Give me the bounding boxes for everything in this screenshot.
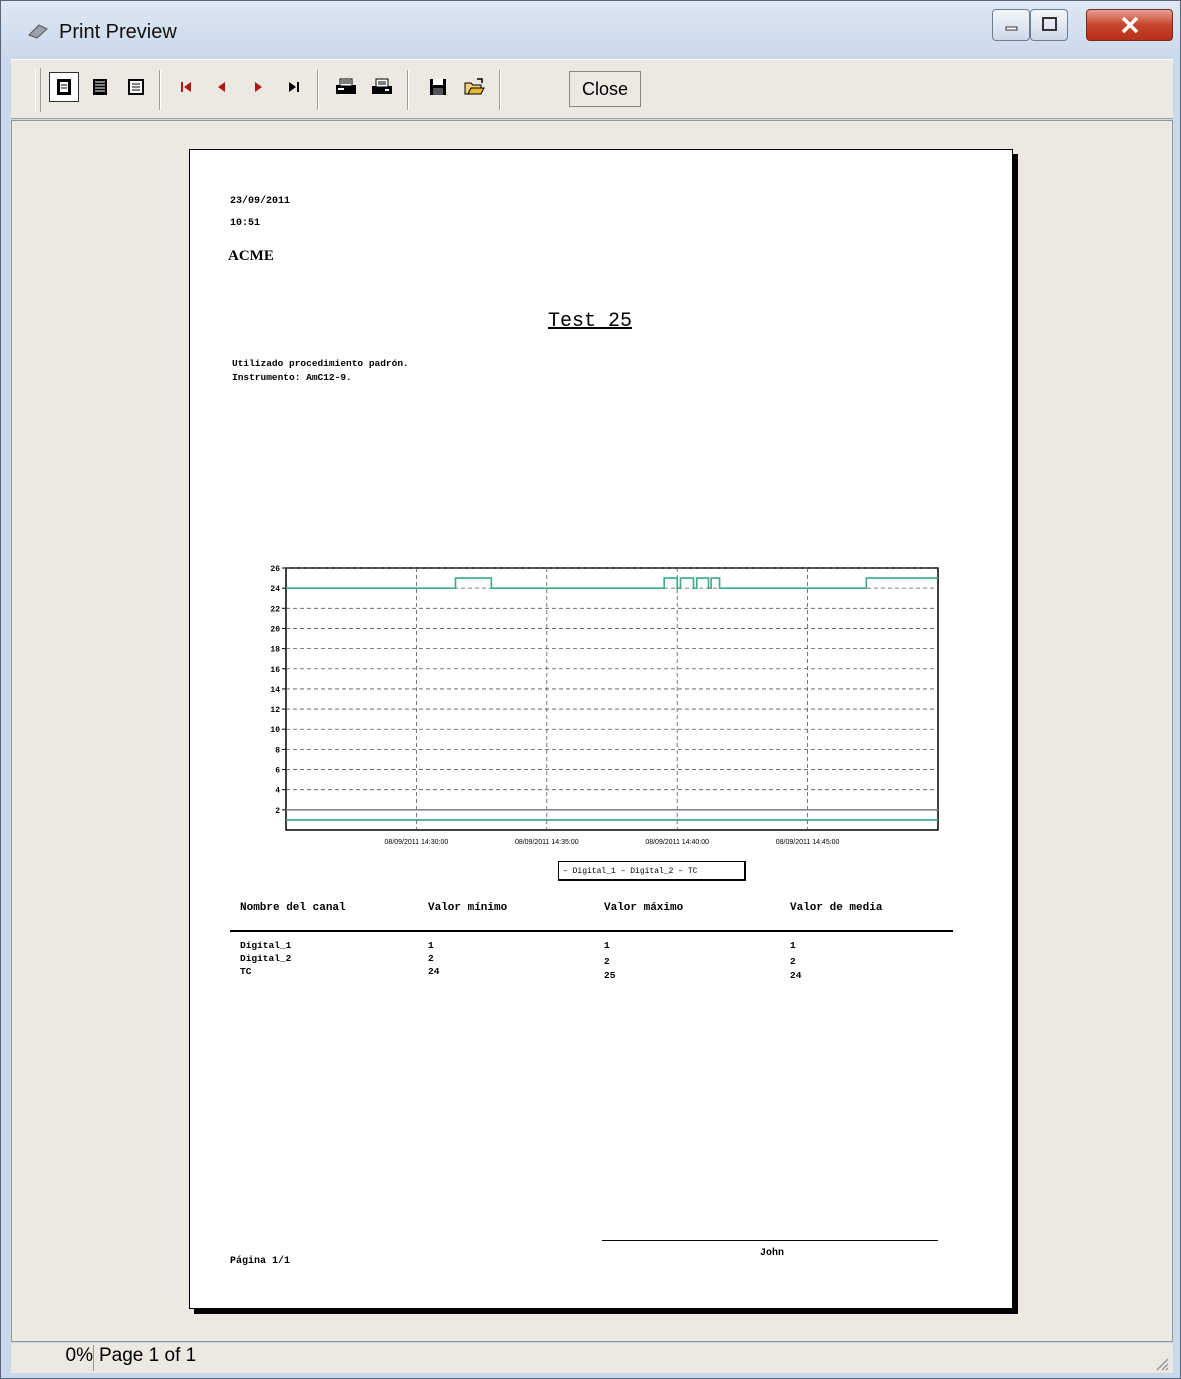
close-icon <box>1121 16 1139 34</box>
y-tick-label: 14 <box>270 686 280 695</box>
y-tick-label: 6 <box>275 767 280 776</box>
toolbar-separator <box>159 70 161 110</box>
printer-setup-icon <box>336 78 356 94</box>
last-page-button[interactable] <box>279 72 309 102</box>
trend-chart: 246810121416182022242608/09/2011 14:30:0… <box>270 565 939 846</box>
minimize-icon <box>1005 26 1018 31</box>
open-button[interactable] <box>459 72 489 102</box>
table-cell: 24 <box>790 970 802 981</box>
x-tick-label: 08/09/2011 14:45:00 <box>776 839 840 846</box>
minimize-button[interactable] <box>992 9 1030 41</box>
signature-line <box>602 1240 938 1241</box>
table-cell: 24 <box>428 966 440 977</box>
first-page-icon <box>181 82 191 92</box>
table-rule <box>230 930 953 932</box>
table-cell: 2 <box>428 953 434 964</box>
table-cell: Digital_1 <box>240 940 292 951</box>
table-cell: 1 <box>604 940 610 951</box>
chart-legend: – Digital_1 – Digital_2 – TC <box>558 861 746 881</box>
x-tick-label: 08/09/2011 14:40:00 <box>645 839 709 846</box>
y-tick-label: 26 <box>270 565 280 574</box>
single-page-icon <box>57 79 71 95</box>
print-preview-window: Print Preview Close 23/09/2011 10:51 ACM… <box>0 0 1181 1379</box>
first-page-button[interactable] <box>171 72 201 102</box>
y-tick-label: 22 <box>270 605 280 614</box>
maximize-icon <box>1042 17 1057 31</box>
table-cell: 1 <box>428 940 434 951</box>
close-preview-button[interactable]: Close <box>569 71 641 107</box>
x-tick-label: 08/09/2011 14:30:00 <box>385 839 449 846</box>
table-cell: Digital_2 <box>240 953 292 964</box>
y-tick-label: 20 <box>270 625 280 634</box>
y-tick-label: 8 <box>275 746 280 755</box>
last-page-icon <box>289 82 299 92</box>
plot-frame <box>285 567 939 831</box>
maximize-button[interactable] <box>1030 9 1068 41</box>
fit-page-icon <box>128 79 144 95</box>
printer-icon <box>372 78 392 94</box>
preview-toolbar: Close <box>11 59 1173 119</box>
y-tick-label: 16 <box>270 666 280 675</box>
save-button[interactable] <box>423 72 453 102</box>
y-tick-label: 24 <box>270 585 280 594</box>
table-cell: TC <box>240 966 252 977</box>
page-width-icon <box>93 79 107 95</box>
toolbar-separator <box>407 70 409 110</box>
next-page-button[interactable] <box>243 72 273 102</box>
title-bar: Print Preview <box>1 1 1180 57</box>
col-header-min: Valor mínimo <box>428 902 508 914</box>
printer-app-icon <box>28 24 48 39</box>
toolbar-separator <box>317 70 319 110</box>
table-cell: 25 <box>604 970 616 981</box>
open-folder-icon <box>464 78 485 95</box>
floppy-save-icon <box>430 79 446 95</box>
zoom-status: 0% <box>11 1345 94 1371</box>
y-tick-label: 4 <box>275 787 280 796</box>
report-page: 23/09/2011 10:51 ACME Test 25 Utilizado … <box>189 149 1013 1309</box>
single-page-button[interactable] <box>49 72 79 102</box>
toolbar-separator <box>499 70 501 110</box>
y-tick-label: 2 <box>275 807 280 816</box>
fit-page-button[interactable] <box>121 72 151 102</box>
y-tick-label: 12 <box>270 706 280 715</box>
signature-name: John <box>760 1248 785 1259</box>
preview-area[interactable]: 23/09/2011 10:51 ACME Test 25 Utilizado … <box>11 120 1173 1342</box>
page-width-button[interactable] <box>85 72 115 102</box>
table-cell: 1 <box>790 940 796 951</box>
col-header-mean: Valor de media <box>790 902 883 914</box>
table-cell: 2 <box>604 956 610 967</box>
resize-grip-icon[interactable] <box>1153 1355 1169 1371</box>
print-button[interactable] <box>367 72 397 102</box>
previous-page-button[interactable] <box>207 72 237 102</box>
next-page-icon <box>255 82 262 92</box>
y-tick-label: 18 <box>270 646 280 655</box>
window-close-button[interactable] <box>1086 9 1173 41</box>
printer-setup-button[interactable] <box>331 72 361 102</box>
x-tick-label: 08/09/2011 14:35:00 <box>515 839 579 846</box>
toolbar-grip[interactable] <box>35 68 41 112</box>
col-header-max: Valor máximo <box>604 902 684 914</box>
y-tick-label: 10 <box>270 726 280 735</box>
window-title: Print Preview <box>59 21 177 43</box>
status-bar: 0% Page 1 of 1 <box>11 1343 1173 1373</box>
page-number: Página 1/1 <box>230 1256 291 1267</box>
previous-page-icon <box>218 82 225 92</box>
table-cell: 2 <box>790 956 796 967</box>
col-header-channel: Nombre del canal <box>240 902 346 914</box>
page-status: Page 1 of 1 <box>99 1345 197 1366</box>
